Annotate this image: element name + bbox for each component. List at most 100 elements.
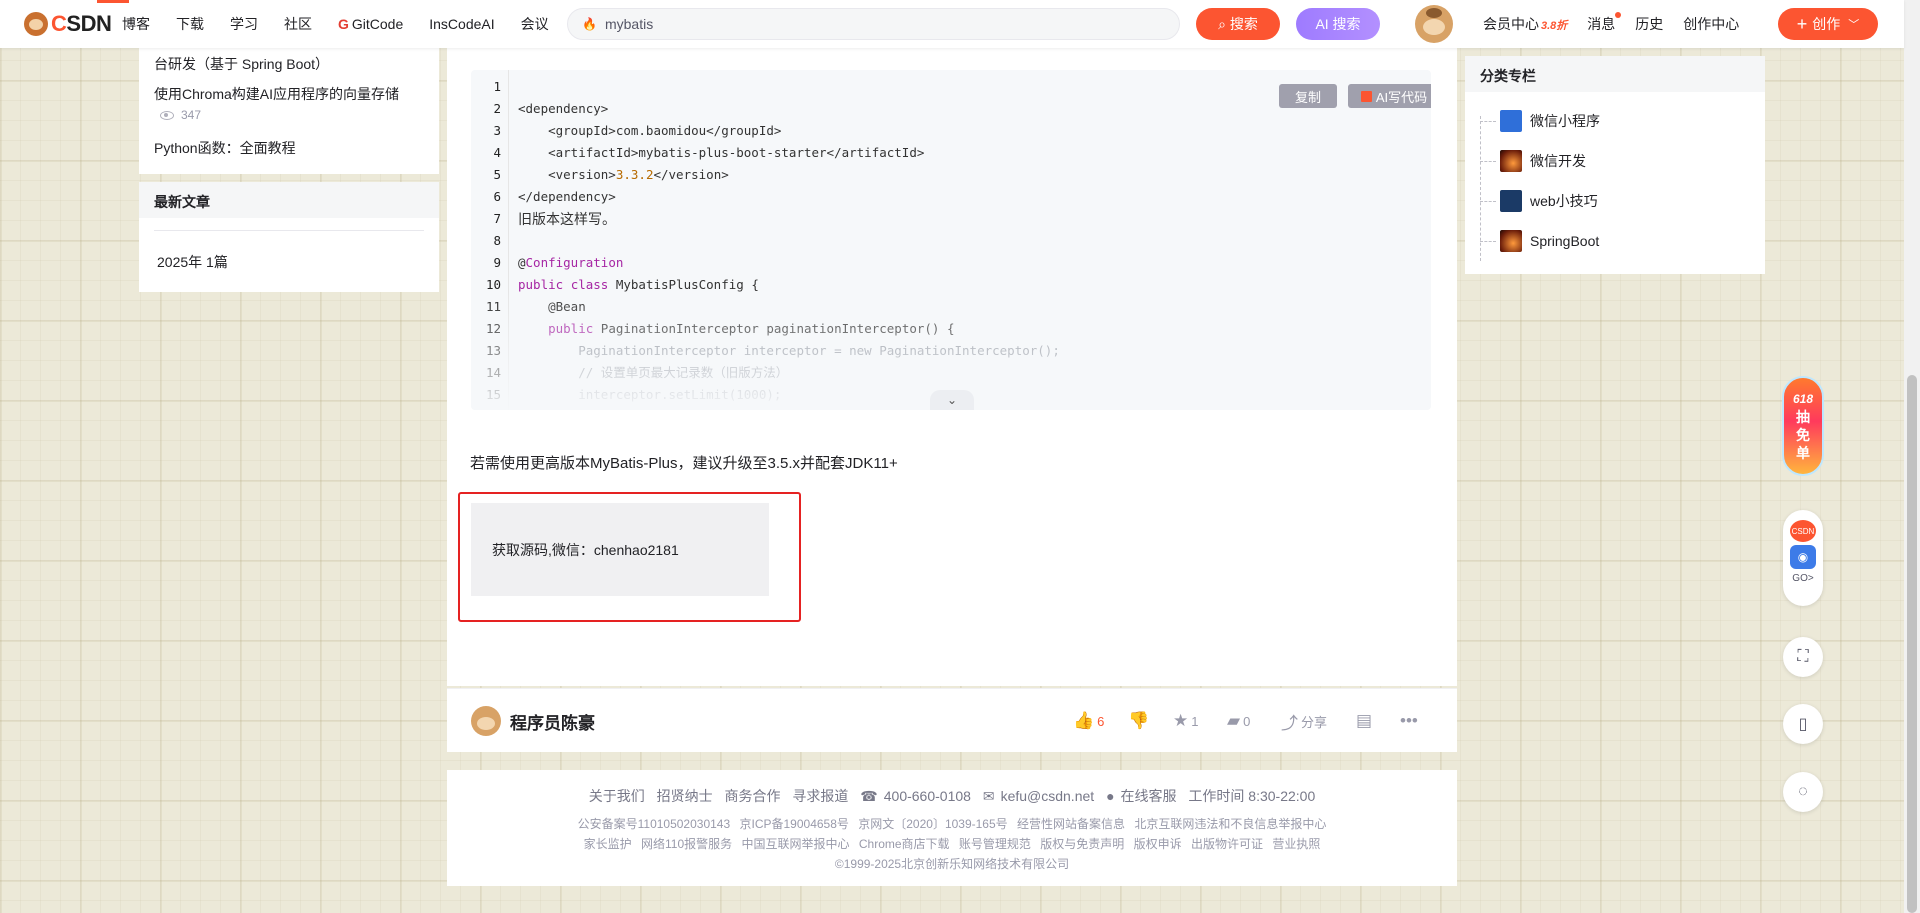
code-text: <dependency> (518, 101, 609, 116)
line-number: 6 (493, 189, 501, 204)
gitcode-icon: G (338, 16, 349, 32)
footer-online-service[interactable]: 在线客服 (1121, 788, 1177, 804)
archive-year-link[interactable]: 2025年 1篇 (157, 252, 228, 272)
share-button[interactable]: ⤴ 分享 (1281, 711, 1327, 733)
footer-email[interactable]: kefu@csdn.net (1001, 788, 1095, 804)
nav-messages[interactable]: 消息 (1587, 12, 1622, 34)
footer-hours: 工作时间 8:30-22:00 (1188, 788, 1316, 804)
share-icon: ⤴ (1281, 713, 1298, 733)
member-discount-badge: 3.8折 (1541, 20, 1568, 32)
nav-download[interactable]: 下载 (176, 14, 204, 34)
footer-legal-link[interactable]: 版权与免责声明 (1040, 837, 1124, 851)
nav-learn[interactable]: 学习 (230, 14, 258, 34)
ai-search-button[interactable]: AI 搜索 (1296, 8, 1380, 40)
search-button[interactable]: ⌕ 搜索 (1196, 8, 1280, 40)
nav-inscodeai[interactable]: InsCodeAI (429, 16, 494, 32)
user-nav: 会员中心 3.8折 消息 历史 创作中心 (1483, 0, 1759, 48)
footer-legal-link[interactable]: 网络110报警服务 (641, 837, 732, 851)
mobile-view-button[interactable]: ▯ (1783, 704, 1823, 744)
column-thumbnail-icon (1500, 230, 1522, 252)
comment-button[interactable]: ▰ 0 (1227, 711, 1250, 731)
csdn-badge-icon: CSDN (1790, 520, 1816, 542)
nav-creator-center[interactable]: 创作中心 (1683, 14, 1739, 34)
csdn-logo[interactable]: CSDN (24, 11, 112, 37)
star-icon: ★ (1173, 711, 1189, 730)
footer-links: 关于我们 招贤纳士 商务合作 寻求报道 ☎ 400-660-0108 ✉ kefu@… (447, 786, 1457, 806)
user-avatar[interactable] (1415, 5, 1453, 43)
tree-branch (1480, 240, 1496, 242)
nav-blog[interactable]: 博客 (122, 14, 150, 34)
csdn-go-widget[interactable]: CSDN ◉ GO> (1783, 510, 1823, 606)
footer-phone[interactable]: 400-660-0108 (884, 788, 971, 804)
line-number: 4 (493, 145, 501, 160)
line-number: 5 (493, 167, 501, 182)
column-item[interactable]: 微信小程序 (1480, 108, 1600, 134)
chevron-down-icon: ﹀ (1848, 19, 1860, 31)
618-promo-badge[interactable]: 618 抽 免 单 (1782, 376, 1824, 476)
more-button[interactable]: ••• (1400, 711, 1421, 731)
footer-legal-link[interactable]: 营业执照 (1272, 837, 1320, 851)
footer-legal-link[interactable]: 版权申诉 (1134, 837, 1182, 851)
fullscreen-button[interactable]: ⛶ (1783, 637, 1823, 677)
code-line: 4 <artifactId>mybatis-plus-boot-starter<… (471, 142, 1431, 164)
footer-legal-link[interactable]: 京网文〔2020〕1039-165号 (858, 817, 1007, 831)
column-item[interactable]: 微信开发 (1480, 148, 1586, 174)
nav-history[interactable]: 历史 (1635, 14, 1663, 34)
comment-count: 0 (1243, 713, 1251, 729)
code-text: <artifactId>mybatis-plus-boot-starter</a… (518, 145, 925, 160)
footer-link[interactable]: 招贤纳士 (657, 788, 713, 804)
expand-code-button[interactable]: ⌄ (930, 390, 974, 410)
nav-community[interactable]: 社区 (284, 14, 312, 34)
footer-legal-link[interactable]: 账号管理规范 (959, 837, 1031, 851)
assistant-bot-icon: ◉ (1790, 545, 1816, 569)
mail-icon: ✉ (982, 788, 995, 804)
messages-label: 消息 (1587, 16, 1616, 32)
footer-legal-line-1: 公安备案号11010502030143 京ICP备19004658号 京网文〔2… (447, 815, 1457, 832)
copy-code-button[interactable]: 复制 (1279, 84, 1337, 108)
feedback-button[interactable]: ◌ (1783, 772, 1823, 812)
footer-legal-link[interactable]: 家长监护 (584, 837, 632, 851)
search-input[interactable] (604, 16, 1165, 32)
column-item[interactable]: web小技巧 (1480, 188, 1598, 214)
footer-legal-link[interactable]: 中国互联网举报中心 (742, 837, 850, 851)
go-label: GO> (1792, 573, 1814, 584)
nav-member-center[interactable]: 会员中心 3.8折 (1483, 14, 1567, 34)
column-item[interactable]: SpringBoot (1480, 228, 1599, 254)
footer-legal-link[interactable]: 京ICP备19004658号 (740, 817, 849, 831)
footer-legal-line-2: 家长监护 网络110报警服务 中国互联网举报中心 Chrome商店下载 账号管理… (447, 835, 1457, 852)
related-article-link[interactable]: 台研发（基于 Spring Boot） (154, 54, 329, 74)
pdf-download-button[interactable]: ▤ (1356, 711, 1375, 731)
related-article-link[interactable]: Python函数：全面教程 (154, 138, 296, 158)
phone-icon: ☎ (860, 788, 878, 804)
tree-branch (1480, 160, 1496, 162)
dislike-button[interactable]: 👎 (1128, 711, 1152, 731)
scrollbar-thumb[interactable] (1907, 375, 1917, 913)
footer-link[interactable]: 关于我们 (589, 788, 645, 804)
page-scrollbar[interactable] (1904, 0, 1920, 913)
footer-legal-link[interactable]: 经营性网站备案信息 (1017, 817, 1125, 831)
related-article-link[interactable]: 使用Chroma构建AI应用程序的向量存储 (154, 84, 399, 104)
footer-legal-link[interactable]: 北京互联网违法和不良信息举报中心 (1134, 817, 1326, 831)
main-nav: 博客 下载 学习 社区 G GitCode InsCodeAI 会议 (122, 0, 575, 48)
article-paragraph: 若需使用更高版本MyBatis-Plus，建议升级至3.5.x并配套JDK11+ (470, 455, 898, 472)
footer-legal-link[interactable]: Chrome商店下载 (859, 837, 950, 851)
author-avatar[interactable] (471, 706, 501, 736)
latest-articles-card: 最新文章 2025年 1篇 (139, 182, 439, 292)
footer-legal-link[interactable]: 出版物许可证 (1191, 837, 1263, 851)
like-button[interactable]: 👍 6 (1073, 711, 1104, 731)
author-name[interactable]: 程序员陈豪 (510, 709, 595, 734)
more-dots-icon: ••• (1400, 711, 1418, 730)
footer-legal-link[interactable]: 公安备案号11010502030143 (578, 817, 731, 831)
promo-char: 免 (1796, 427, 1810, 443)
footer-link[interactable]: 商务合作 (725, 788, 781, 804)
nav-meeting[interactable]: 会议 (521, 14, 549, 34)
search-button-label: 搜索 (1229, 16, 1258, 32)
footer-link[interactable]: 寻求报道 (792, 788, 848, 804)
highlight-frame: 获取源码,微信：chenhao2181 (458, 492, 801, 622)
create-button[interactable]: + 创作 ﹀ (1778, 8, 1878, 40)
chevron-down-icon: ⌄ (946, 393, 958, 407)
favorite-button[interactable]: ★ 1 (1173, 711, 1198, 731)
ai-code-button[interactable]: AI写代码 (1348, 84, 1431, 108)
nav-gitcode[interactable]: G GitCode (338, 16, 403, 32)
code-text: 旧版本这样写。 (518, 211, 616, 227)
